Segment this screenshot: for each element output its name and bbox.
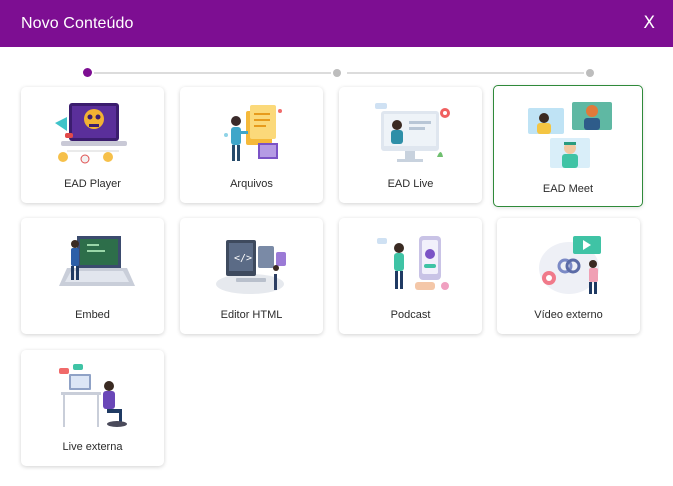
card-ead-live[interactable]: EAD Live	[339, 87, 482, 203]
modal-header: Novo Conteúdo X	[0, 0, 673, 47]
card-embed[interactable]: Embed	[21, 218, 164, 334]
ead-player-illustration-icon	[55, 103, 127, 164]
external-video-illustration-icon	[539, 236, 601, 294]
card-label: Vídeo externo	[534, 309, 603, 321]
close-icon[interactable]: X	[643, 15, 655, 32]
card-ead-player[interactable]: EAD Player	[21, 87, 164, 203]
meet-illustration-icon	[528, 102, 612, 168]
modal-title: Novo Conteúdo	[21, 14, 134, 32]
step-3-dot[interactable]	[586, 69, 594, 77]
svg-text:</>: </>	[234, 253, 252, 264]
step-2-dot[interactable]	[333, 69, 341, 77]
card-label: Live externa	[62, 441, 123, 453]
card-label: EAD Live	[387, 178, 434, 190]
external-live-illustration-icon	[59, 364, 127, 427]
stepper	[0, 66, 673, 80]
embed-illustration-icon	[59, 236, 135, 286]
live-illustration-icon	[375, 103, 450, 162]
card-editor-html[interactable]: </> Editor HTML	[180, 218, 323, 334]
step-1-dot[interactable]	[83, 68, 92, 77]
card-ead-meet[interactable]: EAD Meet	[493, 85, 643, 207]
step-connector-2	[347, 72, 584, 74]
new-content-modal: Novo Conteúdo X EAD Player Arquivos EAD …	[0, 0, 673, 486]
files-illustration-icon	[224, 105, 282, 161]
card-label: Arquivos	[230, 178, 273, 190]
card-label: Editor HTML	[220, 309, 283, 321]
card-label: EAD Player	[64, 178, 121, 190]
card-live-externa[interactable]: Live externa	[21, 350, 164, 466]
card-video-externo[interactable]: Vídeo externo	[497, 218, 640, 334]
card-label: Embed	[75, 309, 110, 321]
podcast-illustration-icon	[377, 236, 449, 290]
card-podcast[interactable]: Podcast	[339, 218, 482, 334]
step-connector-1	[94, 72, 331, 74]
card-label: EAD Meet	[542, 183, 594, 195]
card-label: Podcast	[390, 309, 431, 321]
card-arquivos[interactable]: Arquivos	[180, 87, 323, 203]
html-editor-illustration-icon: </>	[216, 240, 286, 294]
